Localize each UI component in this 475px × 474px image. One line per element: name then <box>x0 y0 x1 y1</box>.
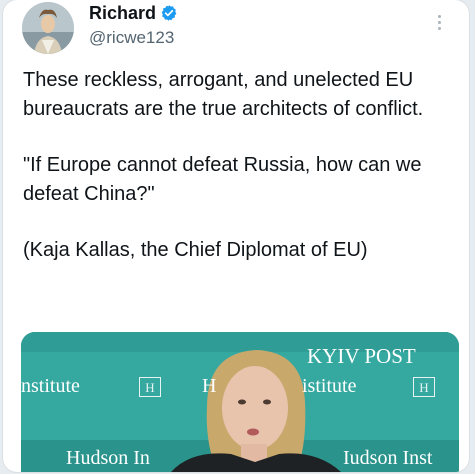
tweet-paragraph: "If Europe cannot defeat Russia, how can… <box>23 154 422 205</box>
hudson-h-fragment: H <box>202 375 217 397</box>
hudson-h-logo: H <box>139 377 161 397</box>
avatar-image <box>22 2 74 54</box>
hudson-institute-text-left: Hudson In <box>66 447 150 469</box>
hudson-h-logo: H <box>413 377 435 397</box>
tweet-media-video[interactable]: KYIV POST nstitute H H istitute H Hudson… <box>21 332 459 472</box>
tweet-text: These reckless, arrogant, and unelected … <box>23 66 463 265</box>
kyiv-post-logo: KYIV POST <box>307 344 416 368</box>
display-name-text[interactable]: Richard <box>89 2 156 24</box>
avatar[interactable] <box>22 2 74 54</box>
institute-text-right: istitute <box>302 375 357 397</box>
tweet-card[interactable]: Richard @ricwe123 These reckless, arroga… <box>3 0 469 472</box>
display-name[interactable]: Richard <box>89 2 178 24</box>
hudson-institute-text-right: Iudson Inst <box>343 447 433 469</box>
tweet-paragraph: These reckless, arrogant, and unelected … <box>23 69 424 120</box>
institute-text-left: nstitute <box>21 375 80 397</box>
verified-badge-icon <box>161 5 177 21</box>
more-options-icon[interactable] <box>429 8 449 36</box>
user-handle[interactable]: @ricwe123 <box>89 27 174 49</box>
tweet-paragraph: (Kaja Kallas, the Chief Diplomat of EU) <box>23 239 368 261</box>
